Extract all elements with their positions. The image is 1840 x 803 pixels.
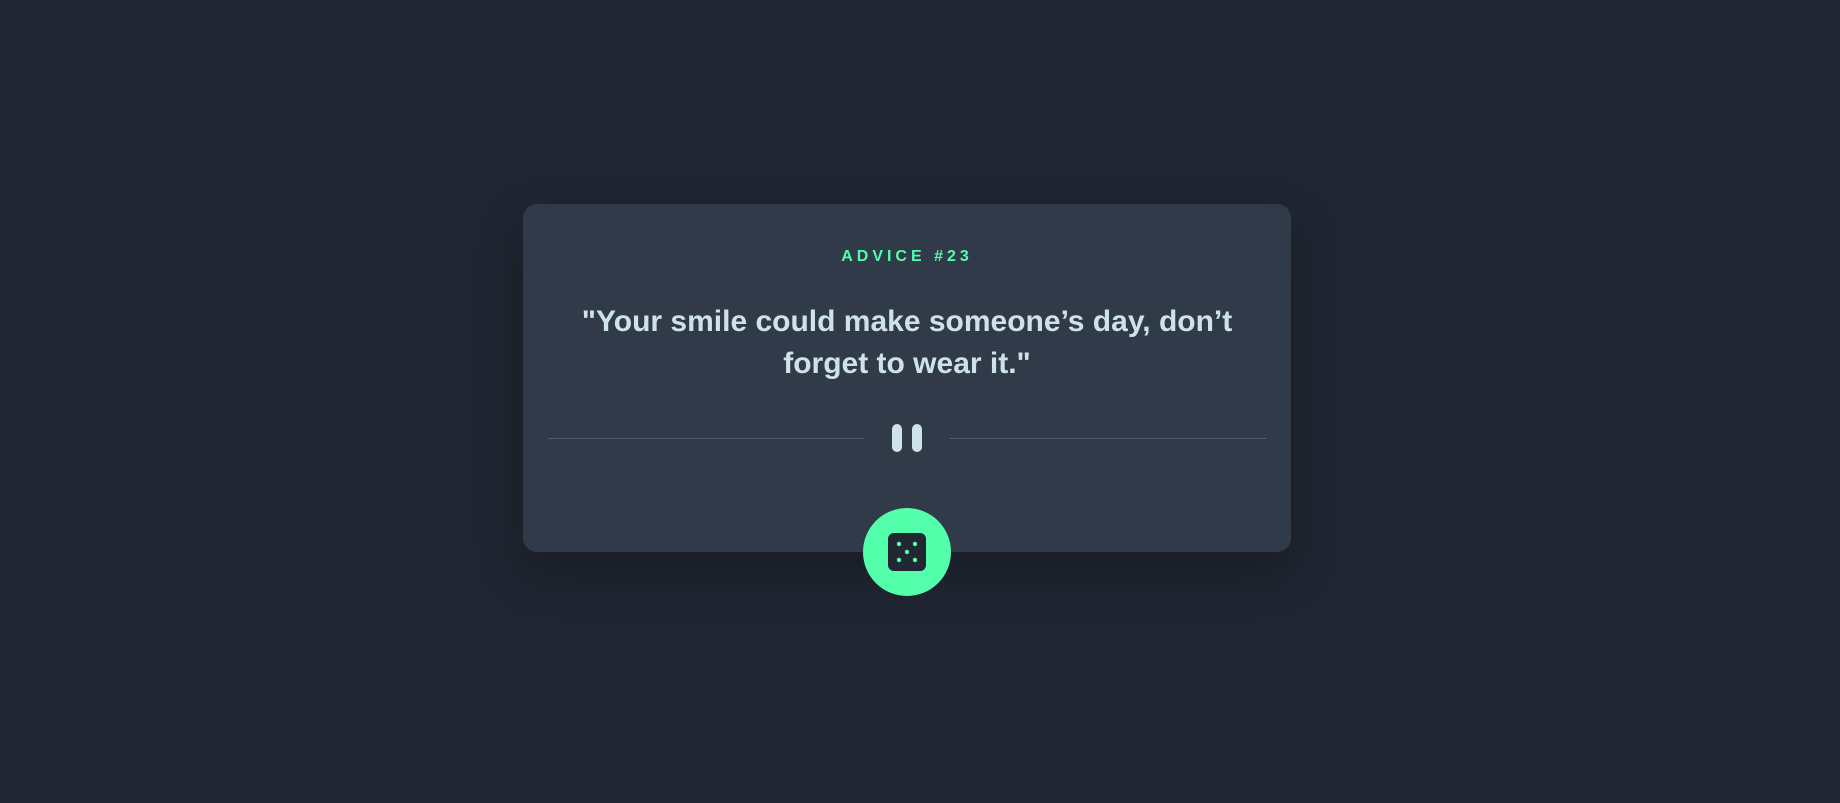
advice-text: "Your smile could make someone’s day, do… [581, 305, 1233, 380]
pause-bar-right [911, 424, 922, 452]
divider-line-right [949, 437, 1266, 439]
divider-line-left [548, 437, 865, 439]
dice-icon [888, 533, 926, 571]
advice-id: ADVICE #23 [841, 248, 973, 265]
pause-icon [889, 424, 925, 452]
pause-bar-left [892, 424, 903, 452]
divider [548, 424, 1266, 452]
advice-card: ADVICE #23 "Your smile could make someon… [523, 204, 1291, 552]
new-advice-button[interactable] [863, 508, 951, 596]
